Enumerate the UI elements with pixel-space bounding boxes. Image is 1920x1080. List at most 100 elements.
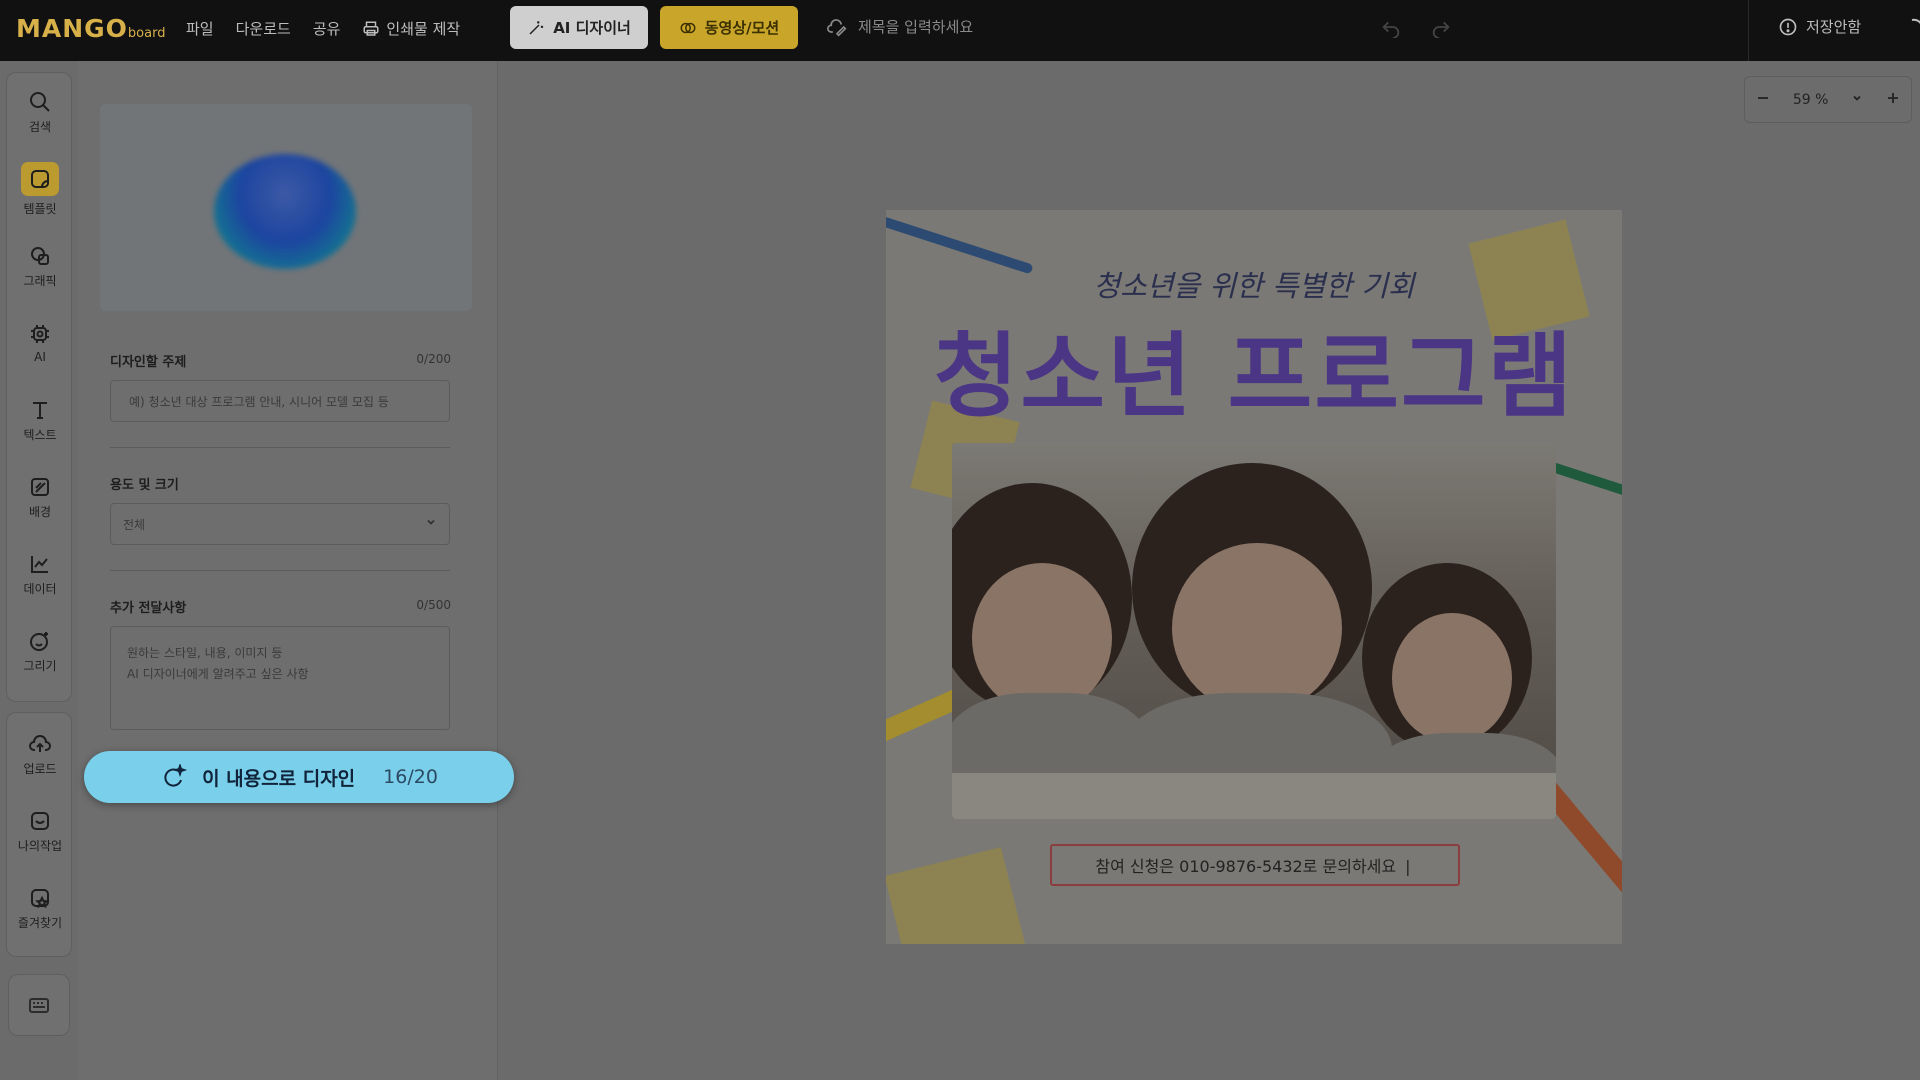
rail-item-graphic[interactable]: 그래픽 <box>7 231 73 301</box>
video-motion-button[interactable]: 동영상/모션 <box>660 6 798 49</box>
rail-item-search[interactable]: 검색 <box>7 77 73 147</box>
background-icon <box>31 477 49 496</box>
line-chart-icon <box>31 555 48 573</box>
child-center-face <box>1172 543 1342 713</box>
logo-main-text: MANGO <box>16 14 128 43</box>
magic-wand-icon <box>529 20 544 35</box>
menu-share-label: 공유 <box>312 20 341 38</box>
topic-input[interactable]: 예) 청소년 대상 프로그램 안내, 시니어 모델 모집 등 <box>110 380 450 422</box>
design-button-label: 이 내용으로 디자인 <box>202 767 356 790</box>
save-status-label: 저장안함 <box>1806 18 1862 36</box>
rail-item-text[interactable]: 텍스트 <box>7 385 73 455</box>
rail-label-draw: 그리기 <box>23 658 57 673</box>
zoom-control: 59 % <box>1744 76 1912 123</box>
logo-sub-text: board <box>127 26 166 41</box>
extra-char-count: 0/500 <box>416 598 451 612</box>
chevron-down-icon <box>1853 95 1861 101</box>
size-label: 용도 및 크기 <box>110 478 179 493</box>
rail-label-template: 템플릿 <box>23 201 57 216</box>
poster-headline[interactable]: 청소년 프로그램 <box>886 302 1622 435</box>
cloud-edit-icon <box>827 18 847 37</box>
size-selected-value: 전체 <box>123 518 146 532</box>
zoom-out-button[interactable] <box>1756 91 1770 109</box>
rail-item-ai[interactable]: AI <box>7 308 73 378</box>
menu-file[interactable]: 파일 <box>186 18 214 39</box>
rail-item-draw[interactable]: 그리기 <box>7 616 73 686</box>
design-button-quota: 16/20 <box>383 766 438 788</box>
video-motion-label: 동영상/모션 <box>704 19 780 37</box>
menu-download[interactable]: 다운로드 <box>236 18 291 39</box>
zoom-dropdown[interactable] <box>1851 92 1863 108</box>
rail-item-data[interactable]: 데이터 <box>7 539 73 609</box>
ai-orb-graphic <box>214 154 356 269</box>
rail-label-my-work: 나의작업 <box>17 838 63 853</box>
topbar-divider <box>1748 0 1749 61</box>
refresh-icon[interactable] <box>1910 16 1920 42</box>
panel-divider-1 <box>110 447 450 448</box>
keyboard-icon <box>29 998 49 1013</box>
panel-divider-2 <box>110 570 450 571</box>
desk-paper <box>952 773 1556 819</box>
ai-orb-hero <box>100 104 472 311</box>
poster-contact-text: 참여 신청은 010-9876-5432로 문의하세요 ❘ <box>1095 857 1415 876</box>
topic-char-count: 0/200 <box>416 352 451 366</box>
poster-photo-children-studying[interactable] <box>952 443 1556 819</box>
redo-icon[interactable] <box>1430 16 1452 38</box>
search-icon <box>30 91 50 112</box>
rail-item-favorites[interactable]: 즐겨찾기 <box>7 873 73 943</box>
top-bar: MANGOboard 파일 다운로드 공유 인쇄물 제작 AI 디자이너 동영상… <box>0 0 1920 61</box>
menu-print[interactable]: 인쇄물 제작 <box>362 18 460 39</box>
plus-icon <box>1887 92 1898 103</box>
extra-placeholder-line1: 원하는 스타일, 내용, 이미지 등 <box>127 646 283 660</box>
sticky-note-bottom-left <box>886 847 1028 944</box>
rail-item-template[interactable]: 템플릿 <box>7 154 73 224</box>
left-tool-rail: 검색 템플릿 그래픽 AI 텍스트 배경 데이터 그리기 <box>6 72 72 702</box>
rail-label-data: 데이터 <box>23 581 57 596</box>
child-left-face <box>972 563 1112 713</box>
my-work-icon <box>31 811 49 830</box>
extra-placeholder-line2: AI 디자이너에게 알려주고 싶은 사항 <box>127 667 309 681</box>
alert-circle-icon <box>1779 18 1797 35</box>
left-tool-rail-secondary: 업로드 나의작업 즐겨찾기 <box>6 712 72 957</box>
design-canvas-poster[interactable]: 청소년을 위한 특별한 기회 청소년 프로그램 참여 신청은 010-9876-… <box>886 210 1622 944</box>
title-placeholder: 제목을 입력하세요 <box>858 18 974 36</box>
ai-designer-button[interactable]: AI 디자이너 <box>510 6 648 49</box>
keyboard-shortcut-button[interactable] <box>8 974 70 1036</box>
size-select[interactable]: 전체 <box>110 503 450 545</box>
menu-share[interactable]: 공유 <box>313 18 341 39</box>
rail-label-favorites: 즐겨찾기 <box>17 915 63 930</box>
topic-placeholder: 예) 청소년 대상 프로그램 안내, 시니어 모델 모집 등 <box>129 395 389 409</box>
main-menu: 파일 다운로드 공유 인쇄물 제작 <box>186 18 460 39</box>
draw-smile-icon <box>30 631 48 651</box>
extra-textarea[interactable]: 원하는 스타일, 내용, 이미지 등 AI 디자이너에게 알려주고 싶은 사항 <box>110 626 450 730</box>
rail-item-upload[interactable]: 업로드 <box>7 719 73 789</box>
ai-designer-panel: 디자인할 주제 0/200 예) 청소년 대상 프로그램 안내, 시니어 모델 … <box>78 61 498 1080</box>
rail-label-background: 배경 <box>28 504 52 519</box>
minus-icon <box>1758 96 1769 99</box>
mangoboard-logo[interactable]: MANGOboard <box>16 14 165 43</box>
topic-label: 디자인할 주제 <box>110 355 187 370</box>
printer-icon <box>363 21 379 36</box>
chevron-down-icon <box>427 519 435 525</box>
graphic-shapes-icon <box>31 246 49 265</box>
document-title-input[interactable]: 제목을 입력하세요 <box>826 16 973 37</box>
rail-label-graphic: 그래픽 <box>23 273 57 288</box>
menu-file-label: 파일 <box>186 20 214 38</box>
extra-label: 추가 전달사항 <box>110 601 187 616</box>
zoom-value[interactable]: 59 % <box>1793 92 1829 108</box>
poster-contact-box[interactable]: 참여 신청은 010-9876-5432로 문의하세요 ❘ <box>1050 844 1460 886</box>
motion-icon <box>680 22 696 33</box>
design-with-content-button[interactable]: 이 내용으로 디자인 16/20 <box>84 751 514 803</box>
rail-label-search: 검색 <box>28 119 52 134</box>
undo-redo-group <box>1380 16 1452 38</box>
zoom-in-button[interactable] <box>1886 91 1900 109</box>
poster-subtitle[interactable]: 청소년을 위한 특별한 기회 <box>886 263 1622 305</box>
template-active-box <box>21 161 59 196</box>
rail-item-background[interactable]: 배경 <box>7 462 73 532</box>
rail-label-ai: AI <box>34 350 46 364</box>
undo-icon[interactable] <box>1380 16 1402 38</box>
cloud-upload-icon <box>29 734 51 752</box>
save-status[interactable]: 저장안함 <box>1778 16 1861 37</box>
rail-item-my-work[interactable]: 나의작업 <box>7 796 73 866</box>
rail-label-text: 텍스트 <box>23 427 57 442</box>
